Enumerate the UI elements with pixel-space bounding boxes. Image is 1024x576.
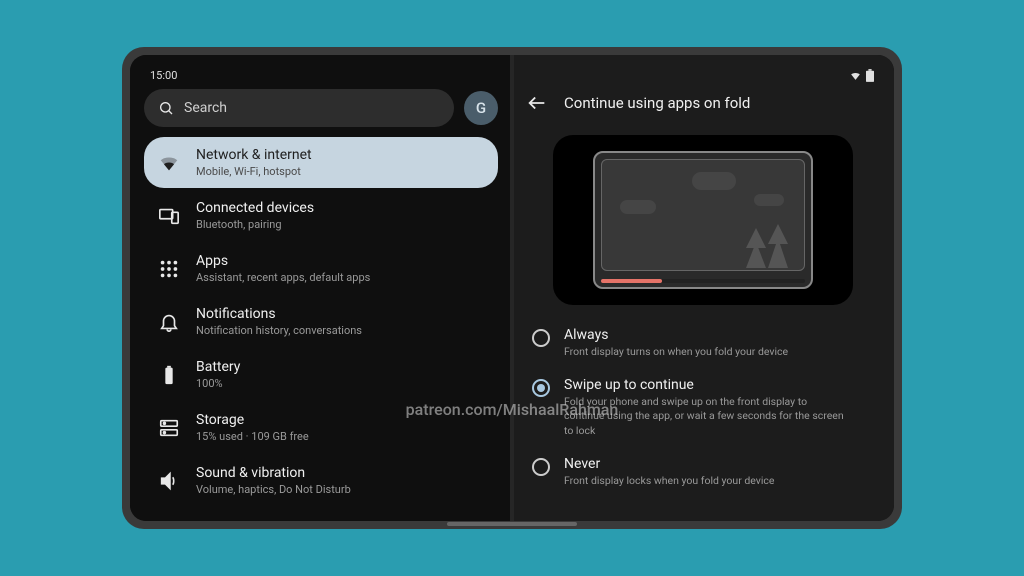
radio-option-swipe[interactable]: Swipe up to continue Fold your phone and … [530, 373, 876, 442]
apps-icon [158, 258, 180, 280]
cloud-icon [754, 194, 784, 206]
setting-text: Battery 100% [196, 359, 240, 390]
setting-title: Sound & vibration [196, 465, 351, 481]
foldable-device-frame: 15:00 Search G Network & internet Mobile,… [122, 47, 902, 529]
radio-option-never[interactable]: Never Front display locks when you fold y… [530, 452, 876, 492]
radio-text: Never Front display locks when you fold y… [564, 456, 774, 488]
setting-title: Notifications [196, 306, 362, 322]
setting-item-storage[interactable]: Storage 15% used · 109 GB free [144, 402, 498, 453]
avatar[interactable]: G [464, 91, 498, 125]
detail-pane: Continue using apps on fold Alway [512, 55, 894, 521]
search-icon [158, 100, 174, 116]
setting-text: Sound & vibration Volume, haptics, Do Not… [196, 465, 351, 496]
detail-header: Continue using apps on fold [526, 85, 880, 121]
cloud-icon [620, 200, 656, 214]
setting-subtitle: Bluetooth, pairing [196, 218, 314, 231]
settings-list: Network & internet Mobile, Wi-Fi, hotspot… [144, 137, 498, 506]
setting-subtitle: 100% [196, 377, 240, 390]
setting-title: Battery [196, 359, 240, 375]
avatar-letter: G [476, 99, 486, 117]
setting-item-battery[interactable]: Battery 100% [144, 349, 498, 400]
setting-title: Storage [196, 412, 309, 428]
setting-subtitle: Mobile, Wi-Fi, hotspot [196, 165, 312, 178]
setting-title: Connected devices [196, 200, 314, 216]
setting-text: Notifications Notification history, conve… [196, 306, 362, 337]
radio-subtitle: Front display turns on when you fold you… [564, 345, 788, 359]
statusbar-icons [849, 69, 874, 82]
fold-frame [593, 151, 813, 289]
radio-subtitle: Front display locks when you fold your d… [564, 474, 774, 488]
statusbar-right [526, 65, 880, 85]
sound-icon [158, 470, 180, 492]
setting-item-connected[interactable]: Connected devices Bluetooth, pairing [144, 190, 498, 241]
radio-text: Swipe up to continue Fold your phone and … [564, 377, 844, 438]
setting-item-notifications[interactable]: Notifications Notification history, conve… [144, 296, 498, 347]
setting-subtitle: Notification history, conversations [196, 324, 362, 337]
devices-icon [158, 205, 180, 227]
settings-pane: 15:00 Search G Network & internet Mobile,… [130, 55, 512, 521]
radio-icon [532, 329, 550, 347]
radio-title: Swipe up to continue [564, 377, 844, 393]
setting-item-network[interactable]: Network & internet Mobile, Wi-Fi, hotspot [144, 137, 498, 188]
radio-title: Never [564, 456, 774, 472]
tree-icon [746, 242, 766, 268]
search-input[interactable]: Search [144, 89, 454, 127]
back-button[interactable] [526, 92, 548, 114]
radio-title: Always [564, 327, 788, 343]
setting-subtitle: Assistant, recent apps, default apps [196, 271, 370, 284]
radio-option-always[interactable]: Always Front display turns on when you fo… [530, 323, 876, 363]
wifi-icon [158, 152, 180, 174]
setting-text: Network & internet Mobile, Wi-Fi, hotspot [196, 147, 312, 178]
radio-text: Always Front display turns on when you fo… [564, 327, 788, 359]
setting-text: Storage 15% used · 109 GB free [196, 412, 309, 443]
fold-illustration [553, 135, 853, 305]
setting-item-apps[interactable]: Apps Assistant, recent apps, default apps [144, 243, 498, 294]
bell-icon [158, 311, 180, 333]
fold-inner [601, 159, 805, 271]
setting-text: Apps Assistant, recent apps, default apps [196, 253, 370, 284]
search-row: Search G [144, 89, 498, 127]
wifi-status-icon [849, 69, 862, 82]
detail-title: Continue using apps on fold [564, 94, 750, 112]
radio-subtitle: Fold your phone and swipe up on the fron… [564, 395, 844, 438]
progress-fill [601, 279, 662, 283]
tree-icon [768, 238, 788, 268]
cloud-icon [692, 172, 736, 190]
device-hinge [510, 55, 514, 521]
radio-icon [532, 379, 550, 397]
storage-icon [158, 417, 180, 439]
setting-title: Network & internet [196, 147, 312, 163]
statusbar-left: 15:00 [144, 65, 498, 85]
setting-subtitle: 15% used · 109 GB free [196, 430, 309, 443]
setting-title: Apps [196, 253, 370, 269]
statusbar-time: 15:00 [150, 69, 177, 82]
battery-icon [158, 364, 180, 386]
battery-status-icon [866, 69, 874, 82]
setting-item-sound[interactable]: Sound & vibration Volume, haptics, Do Not… [144, 455, 498, 506]
setting-text: Connected devices Bluetooth, pairing [196, 200, 314, 231]
radio-list: Always Front display turns on when you fo… [526, 323, 880, 492]
radio-icon [532, 458, 550, 476]
search-placeholder: Search [184, 100, 227, 116]
setting-subtitle: Volume, haptics, Do Not Disturb [196, 483, 351, 496]
progress-bar [601, 279, 805, 283]
